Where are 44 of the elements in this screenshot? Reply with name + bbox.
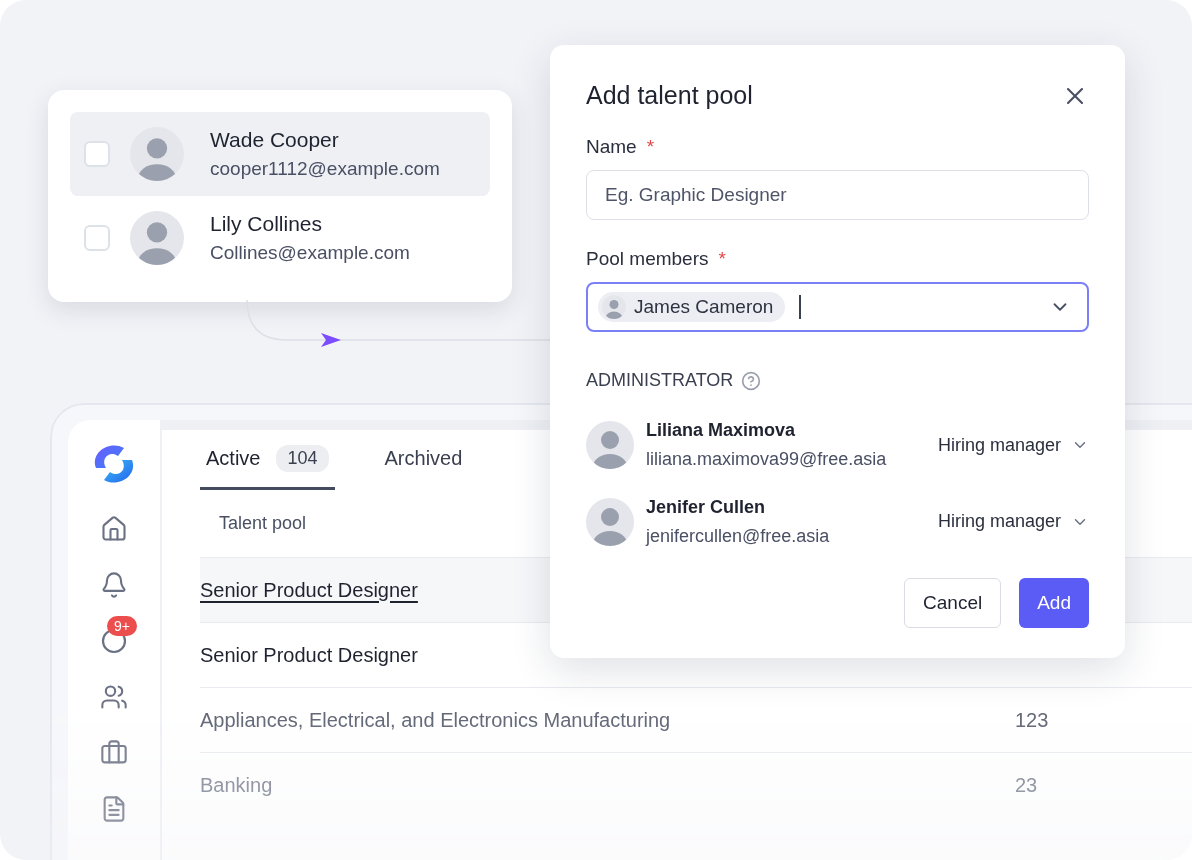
avatar-icon (586, 497, 634, 546)
admin-name: Jenifer Cullen (646, 496, 767, 518)
admin-email: liliana.maximova99@free.asia (646, 449, 887, 471)
field-label: Name (586, 136, 637, 159)
contact-name: Lily Collines (210, 212, 324, 236)
avatar-icon (602, 295, 626, 320)
contact-name: Wade Cooper (210, 128, 340, 152)
admin-email: jenifercullen@free.asia (646, 525, 830, 547)
contact-email: cooper1112@example.com (210, 158, 440, 180)
notification-badge: 9+ (107, 616, 137, 636)
required-mark: * (718, 248, 726, 271)
contact-email: Collines@example.com (210, 242, 410, 264)
contact-row[interactable]: Wade Cooper cooper1112@example.com (70, 112, 490, 196)
field-label: Pool members (586, 248, 709, 271)
dialog-title: Add talent pool (586, 81, 753, 111)
name-field[interactable]: Eg. Graphic Designer (586, 170, 1089, 221)
users-icon[interactable] (100, 683, 128, 711)
table-cell: 123 (1015, 708, 1049, 732)
members-select[interactable]: James Cameron (586, 282, 1089, 333)
avatar-icon (586, 421, 634, 470)
role-dropdown[interactable]: Hiring manager (937, 434, 1089, 456)
cancel-button[interactable]: Cancel (904, 578, 1002, 628)
checkbox[interactable] (84, 225, 110, 251)
checkbox[interactable] (84, 141, 110, 167)
home-icon[interactable] (100, 515, 128, 543)
tab[interactable]: Archived (378, 430, 469, 490)
admin-name: Liliana Maximova (646, 420, 797, 442)
bell-icon[interactable] (100, 571, 128, 599)
role-dropdown[interactable]: Hiring manager (937, 511, 1089, 533)
required-mark: * (646, 136, 655, 159)
help-icon[interactable] (741, 370, 762, 391)
table-cell-text: Senior Product Designer (200, 578, 419, 602)
table-cell: 23 (1015, 773, 1038, 797)
table-cell-text: Banking (200, 773, 274, 797)
member-chip[interactable]: James Cameron (598, 292, 786, 323)
avatar-icon (130, 211, 184, 265)
table-cell-text: Appliances, Electrical, and Electronics Manufacturing (200, 708, 672, 732)
text-cursor (799, 295, 802, 320)
tab[interactable]: Active 104 (200, 430, 335, 490)
table-cell-text: Senior Product Designer (200, 643, 419, 667)
count-badge: 104 (276, 445, 329, 472)
add-button[interactable]: Add (1019, 578, 1089, 628)
column-header: Talent pool (219, 513, 307, 534)
section-title: ADMINISTRATOR (586, 370, 734, 392)
